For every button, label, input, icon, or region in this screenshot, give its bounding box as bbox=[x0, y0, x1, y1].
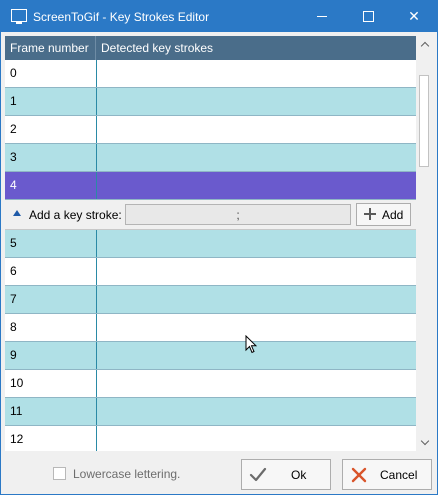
frame-number-cell[interactable]: 6 bbox=[5, 258, 97, 285]
vertical-scrollbar[interactable] bbox=[416, 36, 433, 451]
chevron-up-icon bbox=[420, 41, 429, 51]
table-row[interactable]: 2 bbox=[5, 116, 416, 144]
ok-button[interactable]: Ok bbox=[241, 459, 331, 490]
cancel-button[interactable]: Cancel bbox=[342, 459, 432, 490]
plus-icon bbox=[364, 208, 376, 220]
chevron-down-icon bbox=[420, 436, 429, 446]
frame-number-cell[interactable]: 10 bbox=[5, 370, 97, 397]
table-row[interactable]: 7 bbox=[5, 286, 416, 314]
footer-bar: Lowercase lettering. Ok Cancel bbox=[1, 453, 437, 494]
mouse-pointer-icon bbox=[245, 335, 257, 354]
table-row[interactable]: 11 bbox=[5, 398, 416, 426]
frame-number-cell[interactable]: 2 bbox=[5, 116, 97, 143]
key-strokes-cell[interactable] bbox=[97, 88, 416, 115]
frame-number-cell[interactable]: 7 bbox=[5, 286, 97, 313]
key-strokes-cell[interactable] bbox=[97, 230, 416, 257]
key-strokes-cell[interactable] bbox=[97, 172, 416, 199]
key-strokes-cell[interactable] bbox=[97, 370, 416, 397]
lowercase-lettering-checkbox[interactable] bbox=[53, 467, 66, 480]
add-key-stroke-button[interactable]: Add bbox=[356, 203, 411, 226]
key-strokes-cell[interactable] bbox=[97, 116, 416, 143]
maximize-icon bbox=[362, 11, 374, 22]
ok-label: Ok bbox=[291, 468, 307, 482]
key-strokes-cell[interactable] bbox=[97, 426, 416, 451]
frame-number-cell[interactable]: 0 bbox=[5, 60, 97, 87]
table-row[interactable]: 10 bbox=[5, 370, 416, 398]
title-bar[interactable]: ScreenToGif - Key Strokes Editor ✕ bbox=[1, 1, 437, 32]
window-title: ScreenToGif - Key Strokes Editor bbox=[33, 10, 210, 24]
key-strokes-cell[interactable] bbox=[97, 398, 416, 425]
frame-number-cell[interactable]: 9 bbox=[5, 342, 97, 369]
table-row[interactable]: 0 bbox=[5, 60, 416, 88]
frame-number-cell[interactable]: 12 bbox=[5, 426, 97, 451]
key-strokes-cell[interactable] bbox=[97, 60, 416, 87]
table-row[interactable]: 9 bbox=[5, 342, 416, 370]
row-details-panel: Add a key stroke: Add bbox=[5, 200, 416, 230]
screentogif-app-icon bbox=[11, 9, 27, 24]
column-header-frame-number[interactable]: Frame number bbox=[5, 36, 96, 60]
key-strokes-cell[interactable] bbox=[97, 144, 416, 171]
checkmark-icon bbox=[249, 467, 267, 482]
key-stroke-input[interactable] bbox=[125, 204, 351, 225]
table-row[interactable]: 1 bbox=[5, 88, 416, 116]
scroll-up-button[interactable] bbox=[416, 36, 433, 53]
table-row[interactable]: 6 bbox=[5, 258, 416, 286]
column-header-detected-key-strokes[interactable]: Detected key strokes bbox=[96, 36, 416, 60]
minimize-icon bbox=[317, 16, 327, 17]
key-strokes-grid: Frame number Detected key strokes 01234A… bbox=[5, 36, 416, 451]
add-key-stroke-label: Add a key stroke: bbox=[29, 208, 122, 222]
lowercase-lettering-label[interactable]: Lowercase lettering. bbox=[73, 467, 180, 481]
key-strokes-cell[interactable] bbox=[97, 286, 416, 313]
table-row[interactable]: 5 bbox=[5, 230, 416, 258]
minimize-button[interactable] bbox=[299, 1, 345, 32]
table-row[interactable]: 12 bbox=[5, 426, 416, 451]
collapse-triangle-icon[interactable] bbox=[13, 210, 21, 216]
scroll-thumb[interactable] bbox=[419, 75, 429, 167]
grid-header: Frame number Detected key strokes bbox=[5, 36, 416, 60]
frame-number-cell[interactable]: 8 bbox=[5, 314, 97, 341]
scroll-down-button[interactable] bbox=[416, 434, 433, 451]
table-row-selected[interactable]: 4 bbox=[5, 172, 416, 200]
key-strokes-editor-window: ScreenToGif - Key Strokes Editor ✕ Frame… bbox=[0, 0, 438, 495]
add-button-label: Add bbox=[382, 208, 404, 222]
frame-number-cell[interactable]: 11 bbox=[5, 398, 97, 425]
frame-number-cell[interactable]: 4 bbox=[5, 172, 97, 199]
key-strokes-cell[interactable] bbox=[97, 258, 416, 285]
cancel-x-icon bbox=[351, 467, 367, 483]
cancel-label: Cancel bbox=[380, 468, 418, 482]
close-icon: ✕ bbox=[408, 8, 420, 24]
frame-number-cell[interactable]: 1 bbox=[5, 88, 97, 115]
frame-number-cell[interactable]: 3 bbox=[5, 144, 97, 171]
frame-number-cell[interactable]: 5 bbox=[5, 230, 97, 257]
table-row[interactable]: 8 bbox=[5, 314, 416, 342]
maximize-button[interactable] bbox=[345, 1, 391, 32]
table-row[interactable]: 3 bbox=[5, 144, 416, 172]
close-button[interactable]: ✕ bbox=[391, 1, 437, 32]
